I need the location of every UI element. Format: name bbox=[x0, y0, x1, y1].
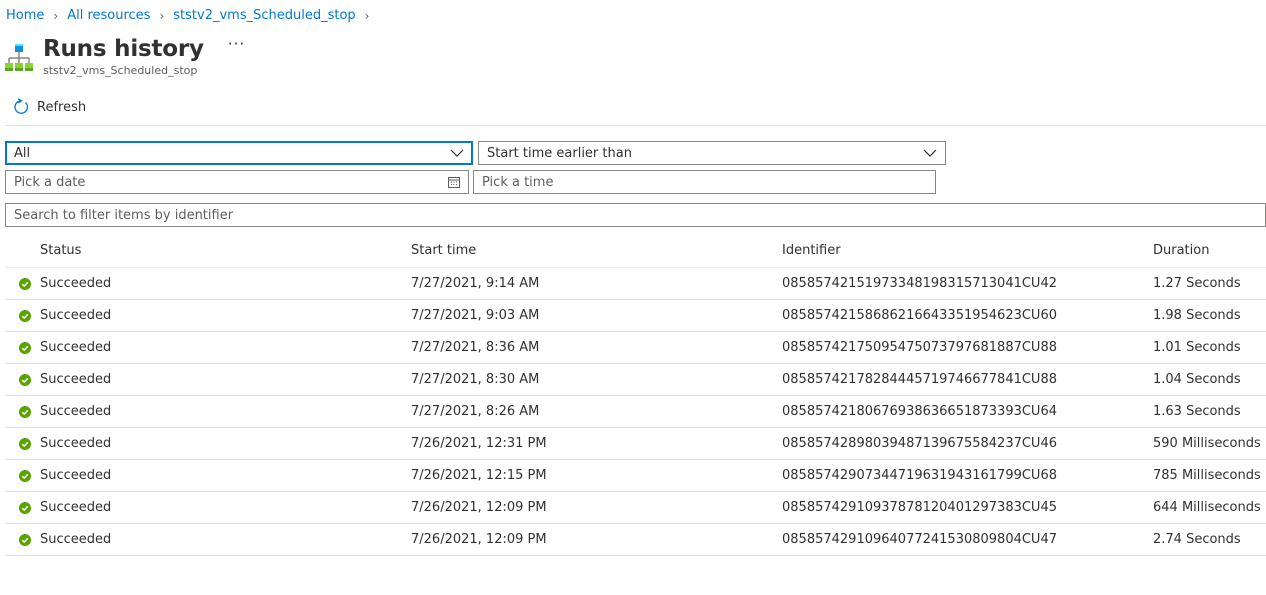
breadcrumb: Home › All resources › ststv2_vms_Schedu… bbox=[6, 8, 378, 23]
cell-start-time: 7/26/2021, 12:09 PM bbox=[411, 532, 547, 547]
success-status-icon bbox=[5, 277, 40, 290]
table-row[interactable]: Succeeded 7/27/2021, 8:26 AM 0858574218067… bbox=[5, 396, 1266, 428]
table-row[interactable]: Succeeded 7/26/2021, 12:09 PM 085857429109… bbox=[5, 524, 1266, 556]
search-placeholder: Search to filter items by identifier bbox=[14, 207, 234, 223]
success-status-icon bbox=[5, 469, 40, 482]
cell-status: Succeeded bbox=[40, 436, 112, 451]
table-row[interactable]: Succeeded 7/26/2021, 12:09 PM 085857429109… bbox=[5, 492, 1266, 524]
breadcrumb-all-resources[interactable]: All resources bbox=[67, 8, 150, 23]
more-options-icon[interactable]: ··· bbox=[228, 35, 245, 53]
chevron-right-icon: › bbox=[53, 8, 59, 23]
column-header-duration[interactable]: Duration bbox=[1153, 243, 1266, 258]
cell-duration: 1.01 Seconds bbox=[1153, 340, 1241, 355]
breadcrumb-logic-app[interactable]: ststv2_vms_Scheduled_stop bbox=[173, 8, 355, 23]
cell-status: Succeeded bbox=[40, 468, 112, 483]
cell-identifier: 08585742910964077241530809804CU47 bbox=[782, 532, 1057, 547]
time-filter-dropdown[interactable]: Start time earlier than bbox=[478, 141, 946, 165]
cell-identifier: 08585742178284445719746677841CU88 bbox=[782, 372, 1057, 387]
cell-status: Succeeded bbox=[40, 532, 112, 547]
chevron-down-icon bbox=[923, 149, 937, 157]
cell-start-time: 7/26/2021, 12:31 PM bbox=[411, 436, 547, 451]
table-row[interactable]: Succeeded 7/27/2021, 8:30 AM 0858574217828… bbox=[5, 364, 1266, 396]
cell-start-time: 7/27/2021, 9:03 AM bbox=[411, 308, 540, 323]
date-picker-input[interactable]: Pick a date bbox=[5, 170, 469, 194]
cell-duration: 644 Milliseconds bbox=[1153, 500, 1261, 515]
date-picker-placeholder: Pick a date bbox=[14, 174, 86, 190]
success-status-icon bbox=[5, 373, 40, 386]
refresh-label: Refresh bbox=[37, 99, 87, 115]
cell-status: Succeeded bbox=[40, 372, 112, 387]
cell-identifier: 08585742898039487139675584237CU46 bbox=[782, 436, 1057, 451]
cell-duration: 2.74 Seconds bbox=[1153, 532, 1241, 547]
cell-status: Succeeded bbox=[40, 404, 112, 419]
cell-identifier: 08585742180676938636651873393CU64 bbox=[782, 404, 1057, 419]
chevron-down-icon bbox=[450, 149, 464, 157]
table-row[interactable]: Succeeded 7/27/2021, 8:36 AM 0858574217509… bbox=[5, 332, 1266, 364]
cell-status: Succeeded bbox=[40, 308, 112, 323]
success-status-icon bbox=[5, 533, 40, 546]
identifier-search-input[interactable]: Search to filter items by identifier bbox=[5, 203, 1266, 227]
success-status-icon bbox=[5, 341, 40, 354]
success-status-icon bbox=[5, 405, 40, 418]
success-status-icon bbox=[5, 437, 40, 450]
cell-start-time: 7/27/2021, 8:26 AM bbox=[411, 404, 540, 419]
calendar-icon[interactable] bbox=[448, 176, 460, 188]
table-row[interactable]: Succeeded 7/27/2021, 9:14 AM 0858574215197… bbox=[5, 268, 1266, 300]
cell-duration: 590 Milliseconds bbox=[1153, 436, 1261, 451]
refresh-icon bbox=[14, 98, 29, 114]
column-header-start-time[interactable]: Start time bbox=[411, 243, 782, 258]
success-status-icon bbox=[5, 309, 40, 322]
refresh-button[interactable]: Refresh bbox=[12, 98, 86, 116]
page-subtitle: ststv2_vms_Scheduled_stop bbox=[43, 64, 198, 77]
time-filter-value: Start time earlier than bbox=[487, 145, 632, 161]
time-picker-input[interactable]: Pick a time bbox=[473, 170, 936, 194]
cell-duration: 1.27 Seconds bbox=[1153, 276, 1241, 291]
cell-start-time: 7/27/2021, 9:14 AM bbox=[411, 276, 540, 291]
status-filter-dropdown[interactable]: All bbox=[5, 141, 473, 165]
logic-app-icon bbox=[5, 44, 33, 71]
page-header: Runs history ··· ststv2_vms_Scheduled_st… bbox=[4, 35, 245, 77]
cell-duration: 1.04 Seconds bbox=[1153, 372, 1241, 387]
cell-status: Succeeded bbox=[40, 500, 112, 515]
cell-start-time: 7/26/2021, 12:15 PM bbox=[411, 468, 547, 483]
chevron-right-icon: › bbox=[159, 8, 165, 23]
runs-table: Status Start time Identifier Duration Su… bbox=[5, 234, 1266, 556]
cell-identifier: 08585742910937878120401297383CU45 bbox=[782, 500, 1057, 515]
cell-identifier: 08585742175095475073797681887CU88 bbox=[782, 340, 1057, 355]
breadcrumb-home[interactable]: Home bbox=[6, 8, 44, 23]
chevron-right-icon: › bbox=[364, 8, 370, 23]
cell-identifier: 08585742158686216643351954623CU60 bbox=[782, 308, 1057, 323]
column-header-status[interactable]: Status bbox=[40, 243, 411, 258]
cell-duration: 785 Milliseconds bbox=[1153, 468, 1261, 483]
table-body: Succeeded 7/27/2021, 9:14 AM 0858574215197… bbox=[5, 268, 1266, 556]
column-header-identifier[interactable]: Identifier bbox=[782, 243, 1153, 258]
page-title: Runs history bbox=[43, 36, 204, 62]
status-filter-value: All bbox=[14, 145, 31, 161]
cell-start-time: 7/27/2021, 8:30 AM bbox=[411, 372, 540, 387]
cell-identifier: 08585742151973348198315713041CU42 bbox=[782, 276, 1057, 291]
cell-duration: 1.63 Seconds bbox=[1153, 404, 1241, 419]
toolbar-divider bbox=[5, 125, 1266, 126]
success-status-icon bbox=[5, 501, 40, 514]
cell-identifier: 08585742907344719631943161799CU68 bbox=[782, 468, 1057, 483]
time-picker-placeholder: Pick a time bbox=[482, 174, 554, 190]
cell-status: Succeeded bbox=[40, 276, 112, 291]
cell-start-time: 7/27/2021, 8:36 AM bbox=[411, 340, 540, 355]
table-row[interactable]: Succeeded 7/26/2021, 12:31 PM 085857428980… bbox=[5, 428, 1266, 460]
cell-start-time: 7/26/2021, 12:09 PM bbox=[411, 500, 547, 515]
table-header: Status Start time Identifier Duration bbox=[5, 234, 1266, 268]
table-row[interactable]: Succeeded 7/26/2021, 12:15 PM 085857429073… bbox=[5, 460, 1266, 492]
table-row[interactable]: Succeeded 7/27/2021, 9:03 AM 0858574215868… bbox=[5, 300, 1266, 332]
cell-duration: 1.98 Seconds bbox=[1153, 308, 1241, 323]
cell-status: Succeeded bbox=[40, 340, 112, 355]
